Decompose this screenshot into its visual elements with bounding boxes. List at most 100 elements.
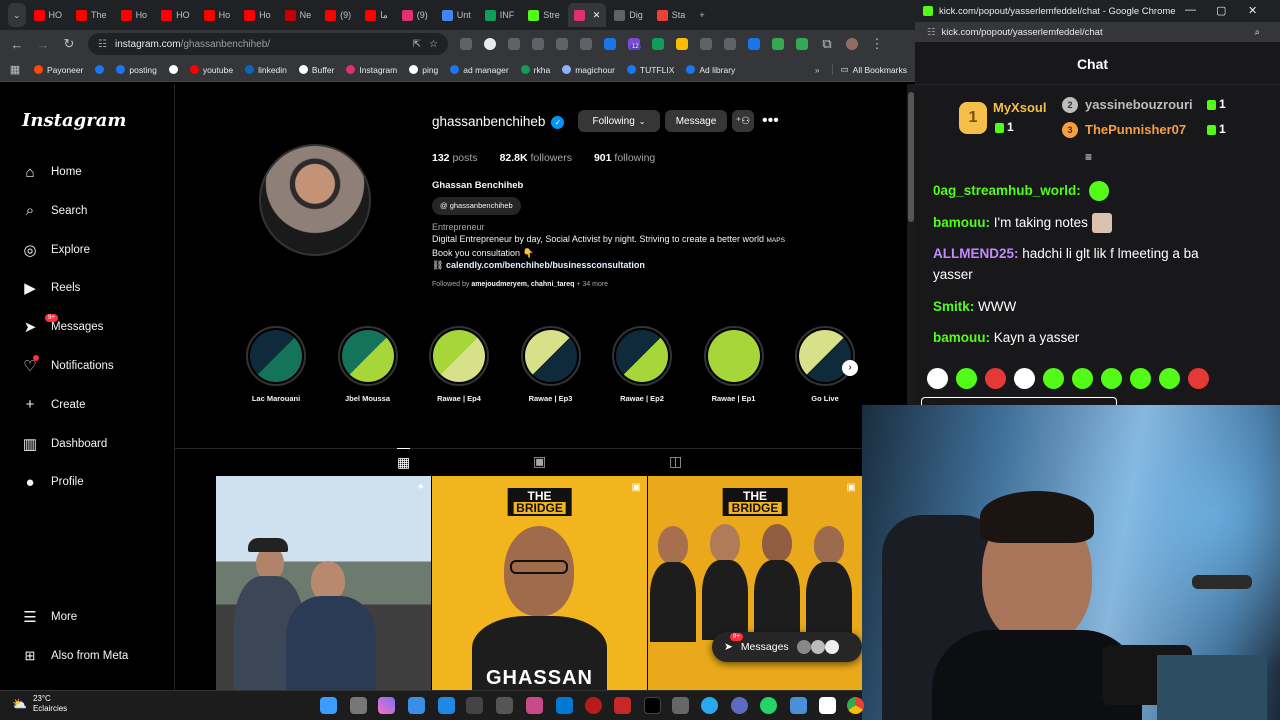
sidebar-item-create[interactable]: + Create	[21, 396, 86, 414]
bookmark-item[interactable]: ad manager	[450, 65, 509, 75]
sidebar-item-messages[interactable]: ➤ 9+ Messages	[21, 314, 103, 336]
extensions-puzzle-icon[interactable]: ⧉	[820, 36, 834, 52]
story-highlight[interactable]: Rawae | Ep4	[419, 326, 499, 403]
browser-tab[interactable]: Sta	[651, 3, 692, 27]
app-icon[interactable]	[672, 697, 689, 714]
more-options-icon[interactable]: •••	[762, 112, 779, 130]
minimize-icon[interactable]: —	[1185, 4, 1196, 16]
browser-tab[interactable]: Unt	[436, 3, 477, 27]
browser-tab[interactable]: HO	[28, 3, 69, 27]
following-count[interactable]: 901 following	[594, 152, 655, 164]
bio-link[interactable]: ⛓ calendly.com/benchiheb/businessconsult…	[432, 259, 852, 271]
kick-url-bar[interactable]: ☷ kick.com/popout/yasserlemfeddel/chat ⌕	[915, 22, 1280, 42]
message-button[interactable]: Message	[665, 110, 727, 132]
bookmarks-overflow-icon[interactable]: »	[815, 65, 820, 75]
sidebar-item-reels[interactable]: ▶ Reels	[21, 279, 80, 297]
app-icon[interactable]	[466, 697, 483, 714]
bookmark-item[interactable]: Payoneer	[34, 65, 83, 75]
followed-by[interactable]: Followed by amejoudmeryem, chahni_tareq …	[432, 279, 852, 291]
profile-avatar-icon[interactable]	[846, 38, 858, 50]
browser-tab[interactable]: ما	[359, 3, 394, 27]
browser-tab[interactable]: HO	[155, 3, 196, 27]
bookmark-item[interactable]: ping	[409, 65, 438, 75]
bookmark-item[interactable]: TUTFLIX	[626, 65, 674, 75]
bookmark-item[interactable]: youtube	[189, 65, 233, 75]
browser-tab[interactable]: Ho	[115, 3, 154, 27]
floating-messages-button[interactable]: ➤ 9+ Messages	[712, 632, 862, 662]
chat-username[interactable]: 0ag_streamhub_world:	[933, 183, 1081, 198]
browser-tab[interactable]: Ho	[238, 3, 277, 27]
instagram-logo[interactable]: Instagram	[22, 110, 126, 131]
sidebar-item-search[interactable]: ⌕ Search	[21, 202, 88, 220]
weather-widget[interactable]: ⛅ 23°C Eclaircies	[12, 694, 67, 714]
app-icon[interactable]	[614, 697, 631, 714]
app-icon[interactable]	[496, 697, 513, 714]
post-tile[interactable]: THE BRIDGE GHASSAN ▣	[432, 476, 647, 690]
app-icon[interactable]	[408, 697, 425, 714]
extension-icon[interactable]	[580, 38, 592, 50]
leader-name[interactable]: yassinebouzrouri	[1085, 97, 1193, 112]
browser-tab[interactable]: Ho	[198, 3, 237, 27]
zoom-icon[interactable]: ⌕	[1255, 27, 1260, 38]
app-icon[interactable]	[731, 697, 748, 714]
bookmark-item[interactable]: Buffer	[298, 65, 334, 75]
extension-icon[interactable]	[604, 38, 616, 50]
browser-tab[interactable]: (9)	[319, 3, 357, 27]
tab-close-icon[interactable]: ✕	[593, 10, 601, 21]
all-bookmarks[interactable]: ▭ All Bookmarks	[831, 64, 907, 75]
chat-username[interactable]: bamouu:	[933, 330, 990, 345]
post-tile[interactable]: ✦	[216, 476, 431, 690]
emote-icon[interactable]	[985, 368, 1006, 389]
extension-icon[interactable]	[772, 38, 784, 50]
tab-tagged-icon[interactable]: ◫	[669, 453, 682, 470]
emote-icon[interactable]	[1101, 368, 1122, 389]
bookmark-item[interactable]: rkha	[520, 65, 550, 75]
address-bar[interactable]: ☷ instagram.com/ghassanbenchiheb/ ⇱ ☆	[88, 33, 448, 55]
back-icon[interactable]: ←	[10, 37, 24, 52]
bookmark-item[interactable]: Ad library	[686, 65, 735, 75]
bookmark-item[interactable]: Instagram	[346, 65, 397, 75]
notion-icon[interactable]	[819, 697, 836, 714]
chat-username[interactable]: ALLMEND25:	[933, 246, 1019, 261]
extension-icon[interactable]	[484, 38, 496, 50]
sidebar-item-notifications[interactable]: ♡ Notifications	[21, 355, 114, 375]
bookmark-item[interactable]: linkedin	[245, 65, 287, 75]
task-view-icon[interactable]	[350, 697, 367, 714]
story-highlight[interactable]: Rawae | Ep1	[694, 326, 774, 403]
emote-icon[interactable]	[1188, 368, 1209, 389]
start-icon[interactable]	[320, 697, 337, 714]
extension-icon[interactable]	[724, 38, 736, 50]
extension-icon[interactable]	[796, 38, 808, 50]
browser-tab[interactable]: Dig	[608, 3, 649, 27]
followers-count[interactable]: 82.8K followers	[500, 152, 572, 164]
bookmark-item[interactable]: magichour	[562, 65, 615, 75]
sidebar-item-explore[interactable]: ◎ Explore	[21, 241, 90, 259]
emote-icon[interactable]	[1014, 368, 1035, 389]
forward-icon[interactable]: →	[36, 37, 50, 52]
tiktok-icon[interactable]	[644, 697, 661, 714]
leader-name[interactable]: MyXsoul	[993, 100, 1046, 115]
extension-icon[interactable]	[532, 38, 544, 50]
tab-search-menu[interactable]: ⌄	[8, 3, 26, 27]
reload-icon[interactable]: ↻	[62, 36, 76, 52]
emote-icon[interactable]	[956, 368, 977, 389]
copilot-icon[interactable]	[378, 697, 395, 714]
opera-icon[interactable]	[585, 697, 602, 714]
sidebar-item-also-from-meta[interactable]: ⊞ Also from Meta	[21, 647, 129, 665]
extension-icon[interactable]: 12	[628, 38, 641, 50]
apps-grid-icon[interactable]: ▦	[8, 63, 22, 76]
bookmark-star-icon[interactable]: ☆	[429, 39, 438, 50]
chat-username[interactable]: Smitk:	[933, 299, 974, 314]
bookmark-item[interactable]	[95, 65, 105, 74]
emote-icon[interactable]	[1072, 368, 1093, 389]
browser-menu-icon[interactable]: ⋮	[870, 36, 884, 52]
sidebar-item-home[interactable]: ⌂ Home	[21, 163, 81, 181]
story-highlight[interactable]: Rawae | Ep2	[602, 326, 682, 403]
app-icon[interactable]	[438, 697, 455, 714]
browser-tab[interactable]: INF	[479, 3, 521, 27]
install-app-icon[interactable]: ⇱	[413, 39, 421, 50]
extension-icon[interactable]	[556, 38, 568, 50]
outlook-icon[interactable]	[556, 697, 573, 714]
following-button[interactable]: Following ⌄	[578, 110, 660, 132]
tab-reels-icon[interactable]: ▣	[533, 453, 546, 470]
